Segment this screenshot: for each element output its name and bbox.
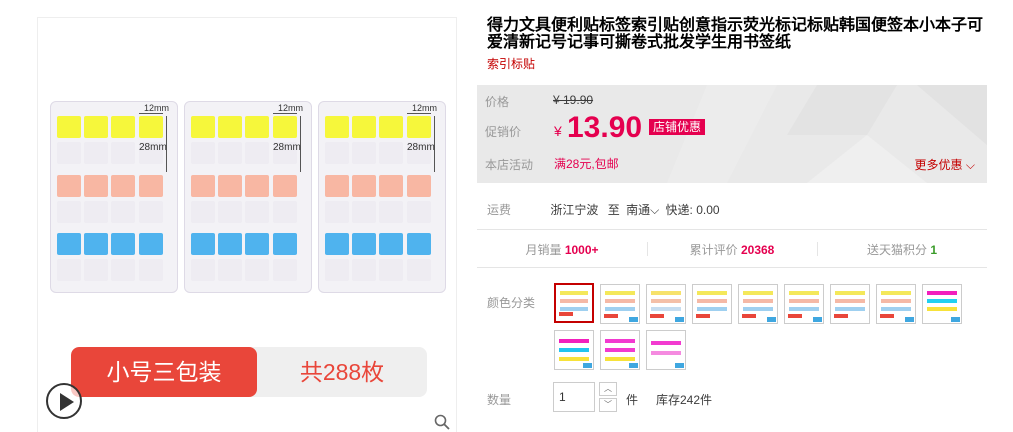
height-dimension: 28mm <box>139 142 167 153</box>
color-option-label: 颜色分类 <box>487 296 536 310</box>
monthly-sales-value: 1000+ <box>564 243 599 257</box>
reviews-label: 累计评价 <box>689 243 738 257</box>
price-label: 价格 <box>485 95 510 109</box>
width-dimension: 12mm <box>278 103 304 113</box>
color-swatch[interactable] <box>646 284 686 324</box>
color-swatch[interactable] <box>600 284 640 324</box>
color-swatch[interactable] <box>600 330 640 370</box>
monthly-sales: 月销量 1000+ <box>477 241 647 258</box>
height-dimension: 28mm <box>273 142 301 153</box>
shipping-row: 运费 浙江宁波 至 南通⌵ 快递: 0.00 <box>487 201 720 218</box>
total-reviews[interactable]: 累计评价 20368 <box>647 241 817 258</box>
product-title: 得力文具便利贴标签索引贴创意指示荧光标记标贴韩国便签本小本子可爱清新记号记事可撕… <box>487 17 984 51</box>
tmall-points: 送天猫积分 1 <box>817 241 987 258</box>
express-fee: 快递: 0.00 <box>665 203 720 217</box>
width-dimension: 12mm <box>412 103 438 113</box>
color-swatch[interactable] <box>554 283 594 323</box>
divider <box>477 229 987 230</box>
height-dimension: 28mm <box>407 142 435 153</box>
chevron-down-icon: ⌵ <box>962 158 975 172</box>
points-label: 送天猫积分 <box>866 243 927 257</box>
product-page: 12mm 28mm 12mm 28mm 12mm 28mm 小号三包装 共288… <box>0 0 1013 432</box>
quantity-input[interactable]: 1 <box>553 382 595 412</box>
more-offers-label: 更多优惠 <box>914 158 963 172</box>
chevron-down-icon: ⌵ <box>650 203 660 217</box>
ship-to-select[interactable]: 南通⌵ <box>626 203 659 217</box>
ship-to-prefix: 至 <box>607 203 620 217</box>
banner-left-text: 小号三包装 <box>71 347 257 397</box>
activity-label: 本店活动 <box>485 158 534 172</box>
quantity-decrease-button[interactable]: ﹀ <box>599 398 617 412</box>
original-price: ¥ 19.90 <box>553 93 594 107</box>
ship-from: 浙江宁波 <box>550 203 599 217</box>
color-swatch[interactable] <box>876 284 916 324</box>
stock-count: 库存242件 <box>656 393 713 407</box>
color-swatch[interactable] <box>922 284 962 324</box>
banner-right-text: 共288枚 <box>299 359 385 385</box>
product-subtitle[interactable]: 索引标贴 <box>487 55 535 72</box>
color-swatch[interactable] <box>738 284 778 324</box>
sales-stats: 月销量 1000+ 累计评价 20368 送天猫积分 1 <box>477 241 987 257</box>
quantity-label: 数量 <box>487 393 512 407</box>
promo-price: 13.90 <box>567 111 643 144</box>
more-offers-link[interactable]: 更多优惠 ⌵ <box>915 156 975 173</box>
sticky-tab-pack: 12mm 28mm <box>318 101 446 293</box>
store-discount-badge: 店铺优惠 <box>649 119 706 135</box>
shipping-label: 运费 <box>487 203 512 217</box>
play-video-icon[interactable] <box>46 383 82 419</box>
color-swatch[interactable] <box>554 330 594 370</box>
monthly-sales-label: 月销量 <box>525 243 562 257</box>
sticky-tab-pack: 12mm 28mm <box>50 101 178 293</box>
quantity-unit: 件 <box>626 393 639 407</box>
activity-text: 满28元,包邮 <box>554 157 619 171</box>
quantity-increase-button[interactable]: ︿ <box>599 382 617 396</box>
promo-price-label: 促销价 <box>485 125 522 139</box>
pack-banner: 小号三包装 共288枚 <box>71 347 427 397</box>
color-swatch[interactable] <box>692 284 732 324</box>
width-dimension: 12mm <box>144 103 170 113</box>
color-swatch[interactable] <box>784 284 824 324</box>
divider <box>477 267 987 268</box>
sticky-tab-pack: 12mm 28mm <box>184 101 312 293</box>
color-swatch[interactable] <box>830 284 870 324</box>
currency-symbol: ¥ <box>554 123 562 139</box>
price-panel: 价格 ¥ 19.90 促销价 ¥ 13.90 店铺优惠 本店活动 满28元,包邮… <box>477 85 987 183</box>
points-value: 1 <box>930 243 938 257</box>
color-swatch[interactable] <box>646 330 686 370</box>
product-main-image[interactable]: 12mm 28mm 12mm 28mm 12mm 28mm 小号三包装 共288… <box>37 17 457 432</box>
ship-to-label: 南通 <box>626 203 651 217</box>
zoom-icon[interactable] <box>434 414 450 430</box>
reviews-value: 20368 <box>740 243 775 257</box>
